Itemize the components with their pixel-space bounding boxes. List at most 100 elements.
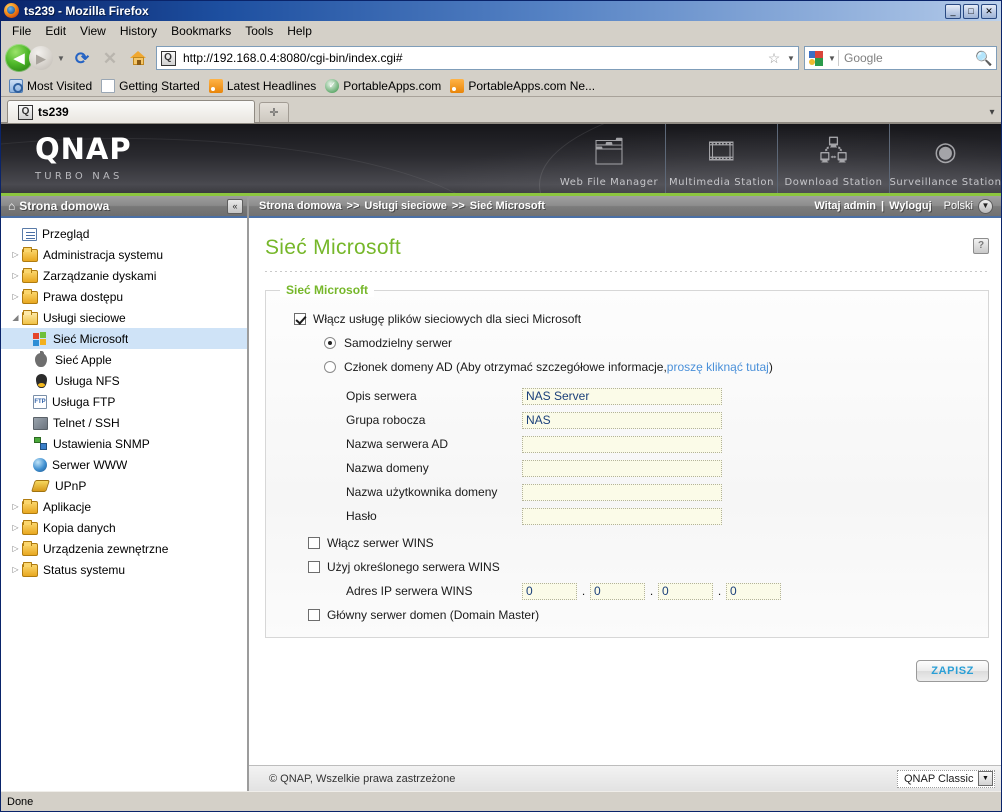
sidebar-item-usluga-nfs[interactable]: Usługa NFS [1, 370, 247, 391]
twisty-icon[interactable]: ▷ [9, 271, 22, 280]
close-button[interactable]: ✕ [981, 3, 997, 19]
app-surveillance-station[interactable]: ◉ Surveillance Station [889, 124, 1001, 193]
search-engine-dropdown-icon[interactable]: ▼ [826, 54, 838, 63]
bookmark-portableapps-news[interactable]: PortableApps.com Ne... [448, 77, 602, 95]
app-download-station[interactable]: 🖧 Download Station [777, 124, 889, 193]
ad-domain-member-radio[interactable] [324, 361, 336, 374]
sidebar-item-administracja-systemu[interactable]: ▷ Administracja systemu [1, 244, 247, 265]
twisty-icon[interactable]: ▷ [9, 544, 22, 553]
language-selector[interactable]: Polski ▼ [944, 198, 993, 214]
sidebar-item-telnet-ssh[interactable]: Telnet / SSH [1, 412, 247, 433]
twisty-icon[interactable]: ▷ [9, 292, 22, 301]
use-specified-wins-checkbox[interactable] [308, 561, 320, 574]
search-input[interactable]: Google [839, 51, 972, 65]
sidebar-item-przeglad[interactable]: Przegląd [1, 223, 247, 244]
help-button[interactable]: ? [973, 238, 989, 254]
standalone-server-radio[interactable] [324, 337, 336, 350]
stop-icon[interactable]: ✕ [97, 45, 123, 71]
ip-separator: . [649, 584, 654, 599]
use-specified-wins-row[interactable]: Użyj określonego serwera WINS [280, 555, 974, 579]
enable-wins-checkbox[interactable] [308, 537, 320, 550]
domain-master-row[interactable]: Główny serwer domen (Domain Master) [280, 603, 974, 627]
enable-wins-row[interactable]: Włącz serwer WINS [280, 531, 974, 555]
twisty-icon[interactable]: ▷ [9, 250, 22, 259]
menu-file[interactable]: File [5, 22, 38, 40]
home-icon[interactable] [125, 45, 151, 71]
sidebar-item-ustawienia-snmp[interactable]: Ustawienia SNMP [1, 433, 247, 454]
sidebar-item-upnp[interactable]: UPnP [1, 475, 247, 496]
twisty-icon[interactable]: ▷ [9, 565, 22, 574]
menu-bookmarks[interactable]: Bookmarks [164, 22, 238, 40]
page-title: Sieć Microsoft [265, 236, 402, 259]
twisty-icon[interactable]: ▷ [9, 502, 22, 511]
forward-button[interactable]: ▶ [29, 46, 53, 70]
password-input[interactable] [522, 507, 722, 525]
enable-smb-row[interactable]: Włącz usługę plików sieciowych dla sieci… [280, 307, 974, 331]
menu-edit[interactable]: Edit [38, 22, 73, 40]
domain-username-input[interactable] [522, 483, 722, 501]
enable-smb-checkbox[interactable] [294, 313, 306, 326]
sidebar-item-urzadzenia-zewnetrzne[interactable]: ▷ Urządzenia zewnętrzne [1, 538, 247, 559]
minimize-button[interactable]: _ [945, 3, 961, 19]
bookmark-latest-headlines[interactable]: Latest Headlines [207, 77, 323, 95]
app-web-file-manager[interactable]: 🗂 Web File Manager [553, 124, 665, 193]
sidebar-item-siec-microsoft[interactable]: Sieć Microsoft [1, 328, 247, 349]
sidebar-header: ⌂ Strona domowa « [1, 196, 247, 218]
wins-ip-octet-1[interactable]: 0 [522, 582, 577, 600]
logout-link[interactable]: Wyloguj [889, 200, 932, 212]
breadcrumb-item-network[interactable]: Usługi sieciowe [364, 200, 447, 212]
sidebar-item-usluga-ftp[interactable]: FTP Usługa FTP [1, 391, 247, 412]
url-dropdown-icon[interactable]: ▼ [784, 54, 798, 63]
wins-ip-octet-3[interactable]: 0 [658, 582, 713, 600]
chevron-down-icon[interactable]: ▼ [978, 198, 993, 214]
search-magnifier-icon[interactable]: 🔍 [972, 50, 996, 67]
sidebar-collapse-button[interactable]: « [227, 198, 243, 214]
url-input[interactable]: http://192.168.0.4:8080/cgi-bin/index.cg… [181, 51, 764, 65]
workgroup-input[interactable]: NAS [522, 411, 722, 429]
wins-ip-octet-4[interactable]: 0 [726, 582, 781, 600]
domain-name-input[interactable] [522, 459, 722, 477]
menu-tools[interactable]: Tools [238, 22, 280, 40]
title-bar: ts239 - Mozilla Firefox _ □ ✕ [1, 1, 1001, 21]
ad-domain-member-row[interactable]: Członek domeny AD (Aby otrzymać szczegół… [280, 355, 974, 379]
reload-icon[interactable]: ⟳ [69, 45, 95, 71]
twisty-expanded-icon[interactable]: ◢ [9, 313, 22, 322]
sidebar-item-serwer-www[interactable]: Serwer WWW [1, 454, 247, 475]
history-dropdown-icon[interactable]: ▼ [55, 54, 67, 63]
sidebar-item-uslugi-sieciowe[interactable]: ◢ Usługi sieciowe [1, 307, 247, 328]
sidebar-item-aplikacje[interactable]: ▷ Aplikacje [1, 496, 247, 517]
bookmark-star-icon[interactable]: ☆ [764, 50, 784, 67]
ad-help-link[interactable]: proszę kliknąć tutaj [667, 360, 769, 374]
password-label: Hasło [346, 509, 377, 524]
server-description-input[interactable]: NAS Server [522, 387, 722, 405]
breadcrumb-item-home[interactable]: Strona domowa [259, 200, 342, 212]
ad-server-name-input[interactable] [522, 435, 722, 453]
bookmark-portableapps[interactable]: ✓ PortableApps.com [323, 77, 448, 95]
new-tab-button[interactable]: ✛ [259, 102, 289, 122]
menu-help[interactable]: Help [280, 22, 319, 40]
sidebar-item-zarzadzanie-dyskami[interactable]: ▷ Zarządzanie dyskami [1, 265, 247, 286]
tab-list-icon[interactable]: ▾ [983, 107, 1001, 122]
bookmark-getting-started[interactable]: Getting Started [99, 77, 207, 95]
menu-view[interactable]: View [73, 22, 113, 40]
chevron-down-icon[interactable]: ▼ [978, 771, 993, 786]
sidebar-item-kopia-danych[interactable]: ▷ Kopia danych [1, 517, 247, 538]
standalone-server-row[interactable]: Samodzielny serwer [280, 331, 974, 355]
sidebar-item-siec-apple[interactable]: Sieć Apple [1, 349, 247, 370]
sidebar-item-status-systemu[interactable]: ▷ Status systemu [1, 559, 247, 580]
save-button[interactable]: ZAPISZ [916, 660, 989, 683]
sidebar-item-prawa-dostepu[interactable]: ▷ Prawa dostępu [1, 286, 247, 307]
search-bar[interactable]: ▼ Google 🔍 [804, 46, 997, 70]
theme-select[interactable]: QNAP Classic ▼ [897, 769, 995, 788]
breadcrumb: Strona domowa >> Usługi sieciowe >> Sieć… [259, 200, 545, 212]
tab-ts239[interactable]: Q ts239 [7, 100, 255, 123]
wins-ip-octet-2[interactable]: 0 [590, 582, 645, 600]
bookmark-most-visited[interactable]: Most Visited [7, 77, 99, 95]
maximize-button[interactable]: □ [963, 3, 979, 19]
app-multimedia-station[interactable]: 🎞 Multimedia Station [665, 124, 777, 193]
domain-master-checkbox[interactable] [308, 609, 320, 622]
twisty-icon[interactable]: ▷ [9, 523, 22, 532]
enable-smb-label: Włącz usługę plików sieciowych dla sieci… [313, 312, 582, 327]
url-bar[interactable]: Q http://192.168.0.4:8080/cgi-bin/index.… [156, 46, 799, 70]
menu-history[interactable]: History [113, 22, 164, 40]
